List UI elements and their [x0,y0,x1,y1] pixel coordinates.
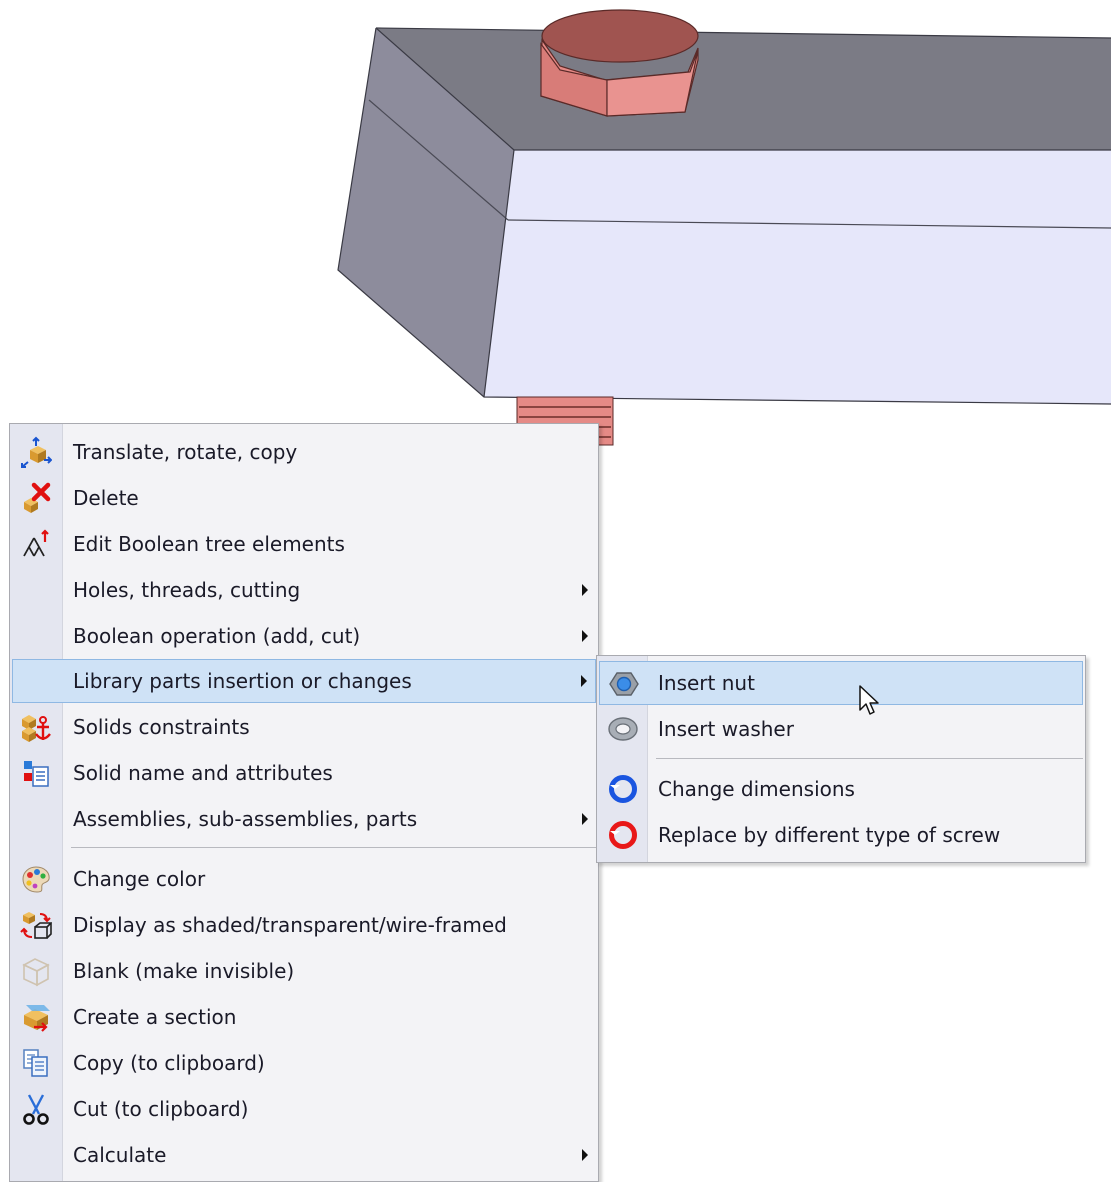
attributes-icon [14,755,58,791]
scissors-icon [14,1091,58,1127]
replace-screw-icon [601,817,645,853]
menu-item-solids-constraints[interactable]: Solids constraints [12,705,596,749]
nut-icon [602,666,646,702]
menu-item-label: Solid name and attributes [73,761,333,785]
steel-block [337,27,1111,405]
context-menu: Translate, rotate, copy Delete Edit Bool… [9,423,599,1182]
menu-item-calculate[interactable]: Calculate [12,1133,596,1177]
menu-item-holes-threads[interactable]: Holes, threads, cutting [12,568,596,612]
blank-icon [14,953,58,989]
submenu-item-insert-washer[interactable]: Insert washer [599,707,1083,751]
menu-item-change-color[interactable]: Change color [12,857,596,901]
submenu-item-insert-nut[interactable]: Insert nut [599,661,1083,705]
menu-item-label: Display as shaded/transparent/wire-frame… [73,913,507,937]
menu-item-label: Cut (to clipboard) [73,1097,249,1121]
menu-item-label: Boolean operation (add, cut) [73,624,361,648]
menu-item-blank[interactable]: Blank (make invisible) [12,949,596,993]
delete-icon [14,480,58,516]
menu-item-translate[interactable]: Translate, rotate, copy [12,430,596,474]
submenu-item-change-dimensions[interactable]: Change dimensions [599,767,1083,811]
display-mode-icon [14,907,58,943]
menu-item-label: Change color [73,867,206,891]
menu-separator [71,847,596,848]
menu-item-assemblies[interactable]: Assemblies, sub-assemblies, parts [12,797,596,841]
menu-item-label: Library parts insertion or changes [73,669,412,693]
menu-item-copy[interactable]: Copy (to clipboard) [12,1041,596,1085]
menu-item-label: Copy (to clipboard) [73,1051,265,1075]
menu-item-label: Create a section [73,1005,237,1029]
submenu-arrow-icon [581,675,587,687]
menu-item-create-section[interactable]: Create a section [12,995,596,1039]
section-icon [14,999,58,1035]
library-parts-submenu: Insert nut Insert washer Change dimensio… [596,655,1086,863]
mouse-cursor-icon [859,685,879,715]
submenu-arrow-icon [582,584,588,596]
menu-item-label: Holes, threads, cutting [73,578,301,602]
menu-item-display-mode[interactable]: Display as shaded/transparent/wire-frame… [12,903,596,947]
constraints-anchor-icon [14,709,58,745]
washer-icon [601,711,645,747]
menu-item-label: Translate, rotate, copy [73,440,298,464]
submenu-arrow-icon [582,630,588,642]
translate-rotate-icon [14,434,58,470]
copy-icon [14,1045,58,1081]
color-palette-icon [14,861,58,897]
menu-item-label: Blank (make invisible) [73,959,295,983]
menu-item-label: Change dimensions [658,777,855,801]
menu-item-solid-name-attributes[interactable]: Solid name and attributes [12,751,596,795]
submenu-arrow-icon [582,1149,588,1161]
menu-item-label: Replace by different type of screw [658,823,1001,847]
menu-item-label: Delete [73,486,139,510]
submenu-item-replace-screw[interactable]: Replace by different type of screw [599,813,1083,857]
menu-item-boolean-operation[interactable]: Boolean operation (add, cut) [12,614,596,658]
menu-item-label: Edit Boolean tree elements [73,532,345,556]
boolean-tree-icon [14,526,58,562]
menu-item-label: Assemblies, sub-assemblies, parts [73,807,418,831]
menu-item-label: Insert nut [658,671,755,695]
menu-item-edit-boolean-tree[interactable]: Edit Boolean tree elements [12,522,596,566]
menu-item-label: Insert washer [658,717,794,741]
menu-item-library-parts[interactable]: Library parts insertion or changes [12,659,596,703]
menu-item-label: Calculate [73,1143,167,1167]
change-dimensions-icon [601,771,645,807]
menu-item-cut[interactable]: Cut (to clipboard) [12,1087,596,1131]
menu-item-label: Solids constraints [73,715,250,739]
submenu-arrow-icon [582,813,588,825]
menu-item-delete[interactable]: Delete [12,476,596,520]
menu-separator [656,758,1083,759]
